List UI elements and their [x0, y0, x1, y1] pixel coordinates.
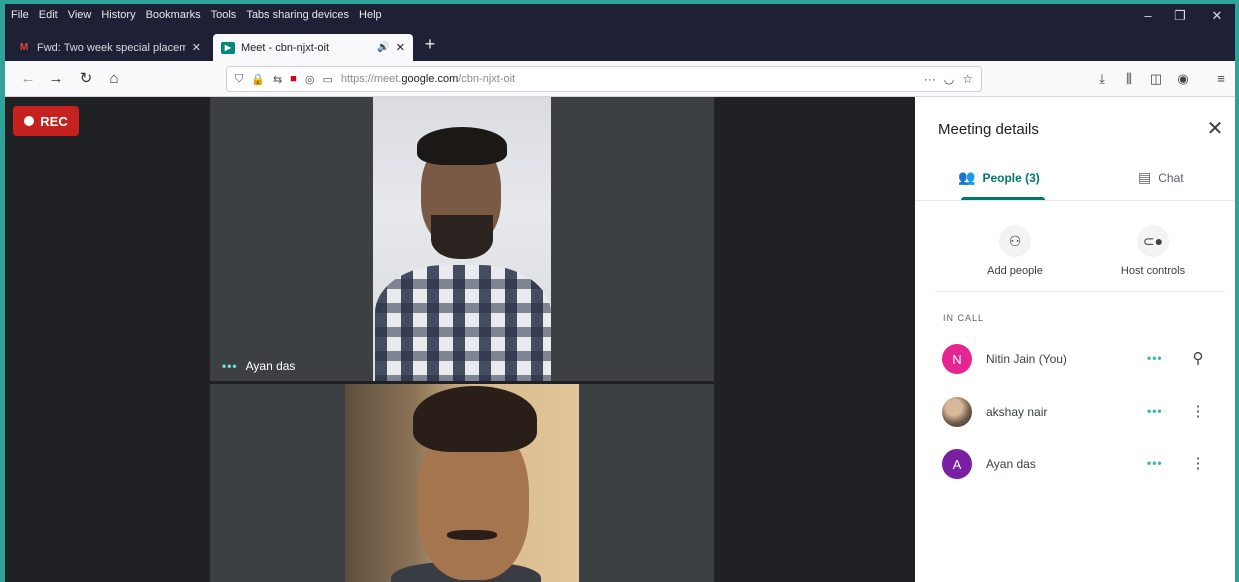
- participant-name: Ayan das: [245, 359, 296, 373]
- person-hair: [417, 127, 507, 165]
- person-hair: [413, 386, 537, 452]
- library-icon[interactable]: ⫼: [1119, 69, 1139, 89]
- forward-icon[interactable]: →: [45, 68, 67, 90]
- rec-label: REC: [40, 113, 68, 129]
- participant-name: akshay nair: [986, 405, 1048, 419]
- screen-share-icon[interactable]: ▭: [322, 73, 332, 86]
- participant-tile[interactable]: ••• Ayan das: [210, 97, 714, 381]
- gmail-icon: M: [19, 42, 29, 53]
- tab-title: Fwd: Two week special placem: [37, 41, 186, 54]
- people-icon: 👥: [958, 169, 976, 185]
- section-divider: [935, 291, 1225, 292]
- address-bar[interactable]: ⛉ 🔒 ⇆ ■ ◎ ▭ https://meet.google.com/cbn-…: [226, 66, 982, 92]
- avatar: A: [942, 449, 972, 479]
- menu-history[interactable]: History: [101, 9, 135, 21]
- menu-bar: File Edit View History Bookmarks Tools T…: [5, 4, 1235, 28]
- minimize-button[interactable]: –: [1133, 6, 1163, 26]
- microphone-in-use-icon[interactable]: ◎: [305, 73, 315, 86]
- meeting-details-panel: Meeting details ✕ 👥 People (3) ▤ Chat ⚇ …: [915, 97, 1235, 582]
- bookmark-star-icon[interactable]: ☆: [962, 72, 973, 86]
- menu-file[interactable]: File: [11, 9, 29, 21]
- speaking-indicator-icon: •••: [222, 359, 238, 373]
- participant-row: A Ayan das ••• ⋮: [942, 449, 1222, 479]
- meeting-stage: REC ••• Ayan das: [5, 97, 915, 582]
- participant-row: akshay nair ••• ⋮: [942, 397, 1222, 427]
- restore-button[interactable]: ❐: [1165, 6, 1195, 26]
- menu-help[interactable]: Help: [359, 9, 382, 21]
- in-call-heading: IN CALL: [943, 313, 985, 323]
- pocket-icon[interactable]: ◡: [944, 72, 954, 86]
- menu-tools[interactable]: Tools: [211, 9, 237, 21]
- participant-name: Ayan das: [986, 457, 1036, 471]
- page-actions-icon[interactable]: ···: [924, 72, 936, 86]
- person-body: [375, 265, 551, 381]
- account-icon[interactable]: ◉: [1173, 69, 1193, 89]
- person-beard: [431, 215, 493, 259]
- more-vert-icon[interactable]: ⋮: [1189, 401, 1207, 423]
- window-close-button[interactable]: ✕: [1202, 6, 1232, 26]
- add-people-label: Add people: [987, 265, 1043, 277]
- participant-tile[interactable]: [210, 384, 714, 582]
- tab-people[interactable]: 👥 People (3): [958, 169, 1040, 186]
- participant-video: [345, 384, 579, 582]
- meet-icon: ▶: [221, 41, 235, 54]
- sidebar-icon[interactable]: ◫: [1146, 69, 1166, 89]
- menu-tabs-sharing-devices[interactable]: Tabs sharing devices: [246, 9, 349, 21]
- permissions-icon[interactable]: ⇆: [273, 73, 282, 86]
- participant-row: N Nitin Jain (You) ••• ⚲: [942, 344, 1222, 374]
- tab-divider: [915, 200, 1235, 201]
- camera-in-use-icon[interactable]: ■: [290, 73, 297, 85]
- participant-name: Nitin Jain (You): [986, 352, 1067, 366]
- chat-icon: ▤: [1138, 169, 1152, 185]
- tab-close-icon[interactable]: ✕: [192, 41, 201, 54]
- new-tab-button[interactable]: +: [419, 34, 441, 54]
- tracking-shield-icon[interactable]: ⛉: [235, 73, 243, 86]
- back-icon[interactable]: ←: [17, 68, 39, 90]
- tile-name-label: ••• Ayan das: [222, 359, 295, 373]
- menu-view[interactable]: View: [68, 9, 92, 21]
- home-icon[interactable]: ⌂: [103, 68, 125, 90]
- navigation-bar: ← → ↻ ⌂ ⛉ 🔒 ⇆ ■ ◎ ▭ https://meet.google.…: [5, 61, 1235, 97]
- close-panel-icon[interactable]: ✕: [1203, 117, 1227, 141]
- reload-icon[interactable]: ↻: [75, 68, 97, 90]
- tab-title: Meet - cbn-njxt-oit: [241, 41, 330, 54]
- tab-people-label: People (3): [982, 170, 1040, 185]
- recording-indicator: REC: [13, 106, 79, 136]
- tab-meet[interactable]: ▶ Meet - cbn-njxt-oit 🔊 ✕: [213, 34, 413, 61]
- url-text[interactable]: https://meet.google.com/cbn-njxt-oit: [341, 73, 916, 85]
- add-person-icon: ⚇: [999, 225, 1031, 257]
- add-people-button[interactable]: ⚇ Add people: [960, 225, 1070, 277]
- pin-icon[interactable]: ⚲: [1189, 348, 1207, 370]
- lock-icon[interactable]: 🔒: [251, 73, 265, 86]
- participant-video: [373, 97, 551, 381]
- host-controls-label: Host controls: [1120, 265, 1186, 277]
- menu-edit[interactable]: Edit: [39, 9, 58, 21]
- avatar: N: [942, 344, 972, 374]
- tab-gmail[interactable]: M Fwd: Two week special placem ✕: [9, 34, 209, 61]
- tab-chat-label: Chat: [1158, 170, 1184, 185]
- menu-hamburger-icon[interactable]: ≡: [1211, 69, 1231, 89]
- browser-window: File Edit View History Bookmarks Tools T…: [5, 4, 1235, 582]
- tab-strip: M Fwd: Two week special placem ✕ ▶ Meet …: [5, 28, 1235, 61]
- downloads-icon[interactable]: ⤓: [1092, 69, 1112, 89]
- tab-close-icon[interactable]: ✕: [396, 41, 405, 54]
- tab-chat[interactable]: ▤ Chat: [1138, 169, 1184, 186]
- panel-title: Meeting details: [938, 121, 1039, 138]
- host-controls-button[interactable]: ⊂● Host controls: [1098, 225, 1208, 277]
- toggle-icon: ⊂●: [1137, 225, 1169, 257]
- avatar: [942, 397, 972, 427]
- audio-level-icon: •••: [1147, 351, 1163, 365]
- person-mustache: [447, 530, 497, 540]
- audio-level-icon: •••: [1147, 456, 1163, 470]
- more-vert-icon[interactable]: ⋮: [1189, 453, 1207, 475]
- record-dot-icon: [24, 116, 35, 126]
- audio-level-icon: •••: [1147, 404, 1163, 418]
- menu-bookmarks[interactable]: Bookmarks: [146, 9, 201, 21]
- audio-playing-icon[interactable]: 🔊: [377, 42, 389, 53]
